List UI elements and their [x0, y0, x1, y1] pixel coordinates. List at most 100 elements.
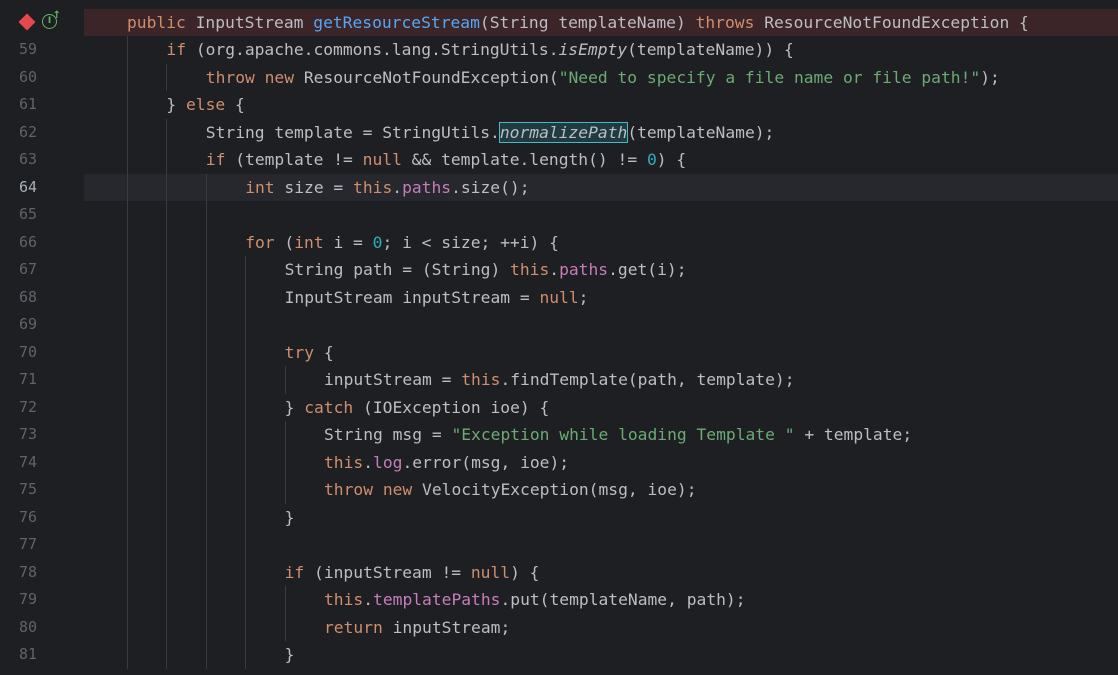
code-text[interactable]: public InputStream getResourceStream(Str… [127, 9, 1029, 37]
code-line[interactable]: this.log.error(msg, ioe); [84, 448, 1118, 477]
code-text[interactable]: if (inputStream != null) { [285, 559, 540, 587]
gutter-row[interactable]: 81 [0, 641, 84, 669]
code-editor[interactable]: I ↑ 59 60 61 62 63 64 65 66 67 68 69 70 71 72 73 74 75 76 77… [0, 0, 1118, 675]
gutter-row[interactable]: 63 [0, 146, 84, 174]
gutter-row[interactable]: 67 [0, 256, 84, 284]
code-line[interactable]: String path = (String) this.paths.get(i)… [84, 256, 1118, 284]
code-line[interactable]: } [84, 641, 1118, 669]
indent-guide [245, 366, 247, 394]
code-line[interactable]: } else { [84, 91, 1118, 119]
gutter-row[interactable]: 73 [0, 421, 84, 449]
indent-guide [127, 366, 128, 394]
code-line[interactable]: InputStream inputStream = null; [84, 283, 1118, 312]
code-line[interactable]: String msg = "Exception while loading Te… [84, 421, 1118, 449]
breakpoint-icon[interactable] [18, 13, 36, 30]
previous-line-edge [0, 0, 1118, 6]
indent-guide [245, 283, 247, 311]
line-number-gutter[interactable]: I ↑ 59 60 61 62 63 64 65 66 67 68 69 70 71 72 73 74 75 76 77… [0, 0, 84, 675]
code-line[interactable]: throw new ResourceNotFoundException("Nee… [84, 63, 1118, 92]
indent-guide [127, 558, 128, 586]
gutter-row[interactable]: 74 [0, 449, 84, 477]
code-text[interactable]: this.log.error(msg, ioe); [324, 449, 569, 477]
code-text[interactable]: throw new ResourceNotFoundException("Nee… [206, 64, 1000, 92]
code-line[interactable]: this.templatePaths.put(templateName, pat… [84, 586, 1118, 614]
indent-guide [245, 311, 247, 339]
gutter-row[interactable]: 60 [0, 64, 84, 92]
code-text[interactable]: this.templatePaths.put(templateName, pat… [324, 586, 746, 614]
gutter-row[interactable]: 69 [0, 311, 84, 339]
line-number: 66 [19, 232, 38, 251]
code-line[interactable]: return inputStream; [84, 613, 1118, 642]
code-line[interactable]: try { [84, 338, 1118, 367]
code-line[interactable]: } catch (IOException ioe) { [84, 393, 1118, 422]
gutter-row[interactable]: 64 [0, 174, 84, 202]
code-text[interactable]: inputStream = this.findTemplate(path, te… [324, 366, 795, 394]
indent-guide [127, 476, 128, 504]
code-text[interactable]: InputStream inputStream = null; [285, 284, 589, 312]
gutter-row[interactable]: 78 [0, 559, 84, 587]
code-line[interactable]: for (int i = 0; i < size; ++i) { [84, 228, 1118, 257]
code-text[interactable]: String msg = "Exception while loading Te… [324, 421, 912, 449]
current-code-line[interactable]: int size = this.paths.size(); [84, 173, 1118, 202]
code-token: this [461, 370, 501, 389]
line-number: 76 [19, 507, 38, 526]
gutter-row[interactable]: 65 [0, 201, 84, 229]
code-text[interactable]: String path = (String) this.paths.get(i)… [285, 256, 687, 284]
gutter-row[interactable]: 71 [0, 366, 84, 394]
line-number: 62 [19, 122, 38, 141]
gutter-row[interactable]: 68 [0, 284, 84, 312]
gutter-row[interactable]: I ↑ [0, 8, 84, 36]
code-line[interactable]: if (org.apache.commons.lang.StringUtils.… [84, 36, 1118, 64]
code-text[interactable]: if (template != null && template.length(… [206, 146, 686, 174]
line-number: 65 [19, 205, 38, 223]
code-token: (inputStream != [314, 562, 471, 582]
code-text[interactable]: try { [285, 339, 334, 367]
gutter-row[interactable]: 75 [0, 476, 84, 504]
indent-guide [127, 283, 128, 311]
code-token: . [549, 260, 560, 279]
code-text[interactable]: } [285, 641, 295, 669]
code-text[interactable]: } [285, 504, 295, 532]
code-line[interactable] [84, 311, 1118, 339]
indent-guide [166, 173, 168, 201]
indent-guide [127, 448, 128, 476]
gutter-row[interactable]: 70 [0, 339, 84, 367]
code-text[interactable]: if (org.apache.commons.lang.StringUtils.… [166, 36, 793, 64]
gutter-row[interactable]: 76 [0, 504, 84, 532]
line-number: 73 [19, 425, 38, 443]
code-line[interactable]: if (template != null && template.length(… [84, 146, 1118, 174]
line-number: 69 [19, 315, 38, 333]
code-text[interactable]: for (int i = 0; i < size; ++i) { [245, 229, 559, 257]
code-line[interactable] [84, 531, 1118, 559]
code-text[interactable]: throw new VelocityException(msg, ioe); [324, 476, 697, 504]
code-line[interactable]: throw new VelocityException(msg, ioe); [84, 476, 1118, 504]
gutter-row[interactable]: 80 [0, 614, 84, 642]
breakpoint-code-line[interactable]: public InputStream getResourceStream(Str… [84, 8, 1118, 37]
code-line[interactable]: } [84, 503, 1118, 532]
indent-guide [127, 173, 128, 201]
implementing-method-icon[interactable]: I ↑ [42, 10, 61, 29]
code-text[interactable]: int size = this.paths.size(); [245, 174, 529, 202]
indent-guide [205, 311, 207, 339]
gutter-row[interactable]: 79 [0, 586, 84, 614]
indent-guide [127, 503, 128, 531]
code-token: . [363, 590, 374, 609]
gutter-row[interactable]: 72 [0, 394, 84, 422]
code-text[interactable]: } catch (IOException ioe) { [285, 394, 550, 422]
code-text[interactable]: return inputStream; [324, 614, 510, 642]
gutter-row[interactable]: 62 [0, 119, 84, 147]
gutter-row[interactable]: 66 [0, 229, 84, 257]
code-text[interactable]: } else { [166, 91, 244, 119]
code-text[interactable]: String template = StringUtils.normalizeP… [206, 119, 774, 147]
indent-guide [166, 366, 168, 394]
code-token: this [510, 260, 550, 279]
gutter-row[interactable]: 59 [0, 36, 84, 64]
code-token: .error(msg, ioe); [402, 452, 570, 472]
code-token: "Need to specify a file name or file pat… [558, 67, 981, 87]
code-line[interactable]: inputStream = this.findTemplate(path, te… [84, 366, 1118, 394]
code-line[interactable]: String template = StringUtils.normalizeP… [84, 118, 1118, 147]
code-line[interactable]: if (inputStream != null) { [84, 558, 1118, 587]
code-line[interactable] [84, 201, 1118, 229]
gutter-row[interactable]: 61 [0, 91, 84, 119]
gutter-row[interactable]: 77 [0, 531, 84, 559]
